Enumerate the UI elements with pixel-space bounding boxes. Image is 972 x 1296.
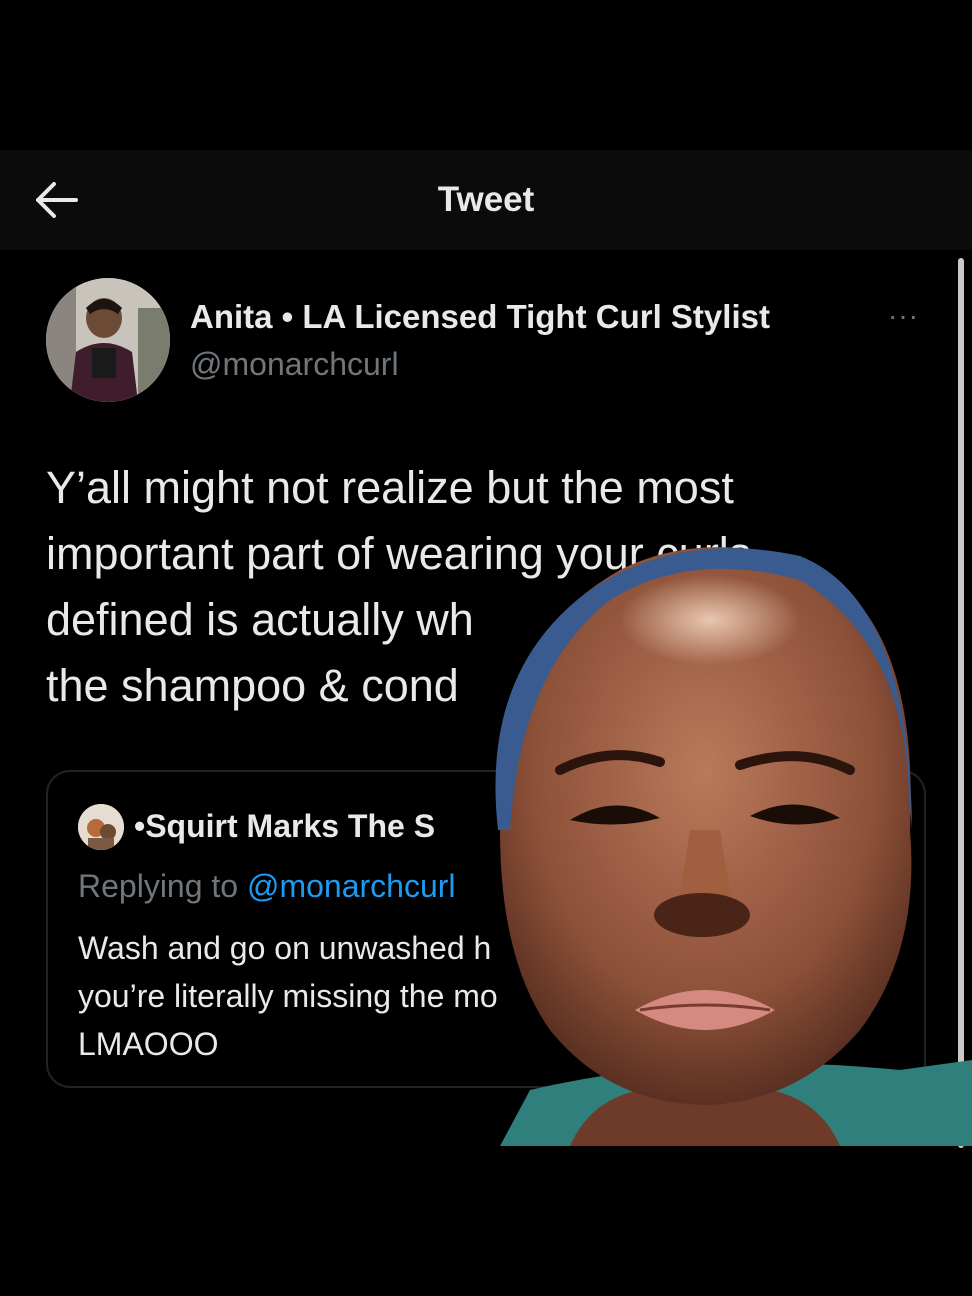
quoted-author-name: •Squirt Marks The S [134,808,436,844]
quoted-tweet-text: Wash and go on unwashed h you’re literal… [78,924,498,1068]
quoted-author-avatar [78,804,124,850]
person-photo [495,547,972,1146]
more-dots-icon: ··· [888,300,919,331]
tweet-text-line: Y’all might not realize but the most [46,462,734,513]
quoted-text-line: Wash and go on unwashed h [78,930,492,966]
quoted-text-line: you’re literally missing the mo [78,978,498,1014]
author-name[interactable]: Anita • LA Licensed Tight Curl Stylist [190,298,770,336]
more-options-button[interactable]: ··· [888,300,919,332]
top-bar: Tweet [0,150,972,250]
quoted-text-line: LMAOOO [78,1026,219,1062]
author-avatar[interactable] [46,278,170,402]
author-handle[interactable]: @monarchcurl [190,346,399,383]
replying-to-line: Replying to @monarchcurl [78,868,456,905]
quoted-avatar-photo [78,804,124,850]
person-overlay-image [440,530,972,1146]
avatar-photo [46,278,170,402]
replying-handle-link[interactable]: @monarchcurl [247,868,456,904]
page-title: Tweet [437,180,535,219]
replying-prefix: Replying to [78,868,247,904]
screen: Tweet Anita • LA Licensed Tight Curl Sty… [0,0,972,1296]
